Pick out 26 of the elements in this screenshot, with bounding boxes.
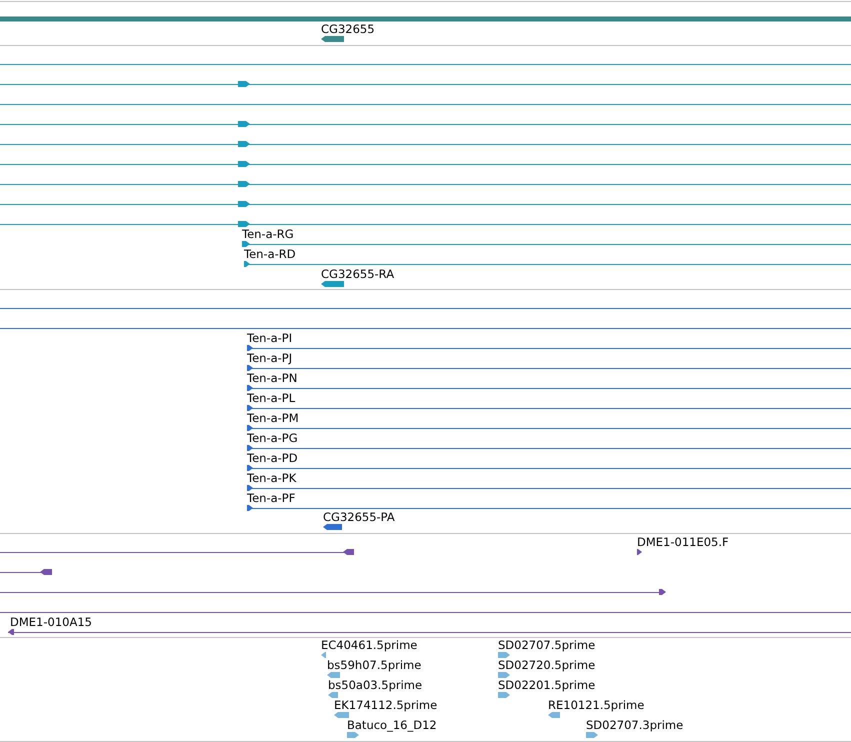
feature-label: SD02720.5prime (498, 658, 596, 672)
feature-label: bs59h07.5prime (327, 658, 422, 672)
feature-label: EK174112.5prime (334, 698, 438, 712)
feature-label: CG32655-RA (321, 267, 394, 281)
feature-label: Ten-a-PD (247, 451, 298, 465)
feature-label: Ten-a-PM (247, 411, 299, 425)
feature-label: SD02201.5prime (498, 678, 596, 692)
feature-label: SD02707.3prime (586, 718, 684, 732)
feature-label: Batuco_16_D12 (347, 718, 437, 732)
feature-label: Ten-a-PJ (247, 351, 292, 365)
feature-label: CG32655-PA (323, 510, 395, 524)
feature-label: Ten-a-RD (244, 247, 296, 261)
feature-label: bs50a03.5prime (328, 678, 422, 692)
feature-label: Ten-a-PK (247, 471, 296, 485)
feature-label: Ten-a-PF (247, 491, 296, 505)
feature-label: CG32655 (321, 22, 375, 36)
feature-label: DME1-010A15 (10, 615, 92, 629)
feature-label: EC40461.5prime (321, 638, 418, 652)
feature-label: DME1-011E05.F (637, 535, 729, 549)
feature-label: Ten-a-RG (242, 227, 294, 241)
feature-label: SD02707.5prime (498, 638, 596, 652)
feature-label: Ten-a-PG (247, 431, 298, 445)
feature-label: RE10121.5prime (548, 698, 644, 712)
feature-label: Ten-a-PI (247, 331, 292, 345)
feature-label: Ten-a-PN (247, 371, 298, 385)
feature-label: Ten-a-PL (247, 391, 296, 405)
